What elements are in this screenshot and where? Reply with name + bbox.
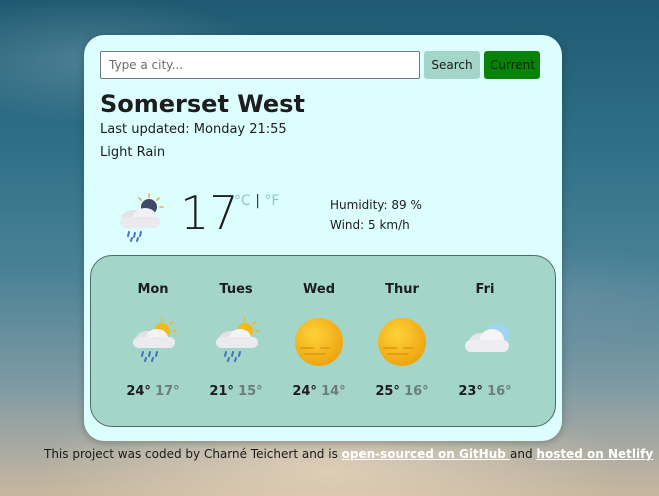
unit-separator: | [255,193,260,209]
forecast-high: 25° [375,384,400,399]
forecast-day-name: Mon [137,282,169,297]
footer-and: and [510,447,537,461]
cloud-icon [461,318,515,366]
forecast-temps: 24° 14° [284,384,354,399]
sun-haze-icon [295,318,345,372]
forecast-day-name: Thur [385,282,419,297]
footer: This project was coded by Charné Teicher… [44,447,653,461]
forecast-day-name: Fri [475,282,495,297]
fahrenheit-link[interactable]: °F [264,193,279,209]
rain-cloud-moon-icon [112,193,168,247]
sun-haze-icon [378,318,428,372]
forecast-high: 21° [209,384,234,399]
unit-toggle: °C | °F [234,193,279,209]
forecast-low: 16° [404,384,429,399]
forecast-high: 24° [292,384,317,399]
sun-cloud-rain-icon [129,317,179,366]
sun-cloud-rain-icon [212,317,262,366]
wind: Wind: 5 km/h [330,218,410,232]
forecast-temps: 25° 16° [367,384,437,399]
weather-card: Search Current Somerset West Last update… [84,35,562,441]
current-location-button[interactable]: Current [484,51,540,79]
search-form: Search Current [100,51,540,79]
forecast-day-name: Tues [219,282,253,297]
search-button[interactable]: Search [424,51,480,79]
city-name: Somerset West [100,90,305,118]
current-temperature: 17 [180,186,239,240]
forecast-low: 17° [155,384,180,399]
weather-description: Light Rain [100,145,166,160]
city-search-input[interactable] [100,51,420,79]
last-updated: Last updated: Monday 21:55 [100,122,287,137]
celsius-link[interactable]: °C [234,193,251,209]
forecast-temps: 24° 17° [118,384,188,399]
forecast-day-name: Wed [303,282,335,297]
forecast-panel: Mon 24° 17° Tues 21° 15° Wed 24° 14° Thu… [90,255,556,427]
forecast-temps: 23° 16° [450,384,520,399]
forecast-low: 16° [487,384,512,399]
forecast-high: 23° [458,384,483,399]
forecast-low: 15° [238,384,263,399]
forecast-temps: 21° 15° [201,384,271,399]
github-link[interactable]: open-sourced on GitHub [342,447,510,461]
weather-details: Humidity: 89 % Wind: 5 km/h [330,195,422,235]
netlify-link[interactable]: hosted on Netlify [536,447,653,461]
forecast-high: 24° [126,384,151,399]
forecast-low: 14° [321,384,346,399]
footer-text: This project was coded by Charné Teicher… [44,447,342,461]
humidity: Humidity: 89 % [330,198,422,212]
